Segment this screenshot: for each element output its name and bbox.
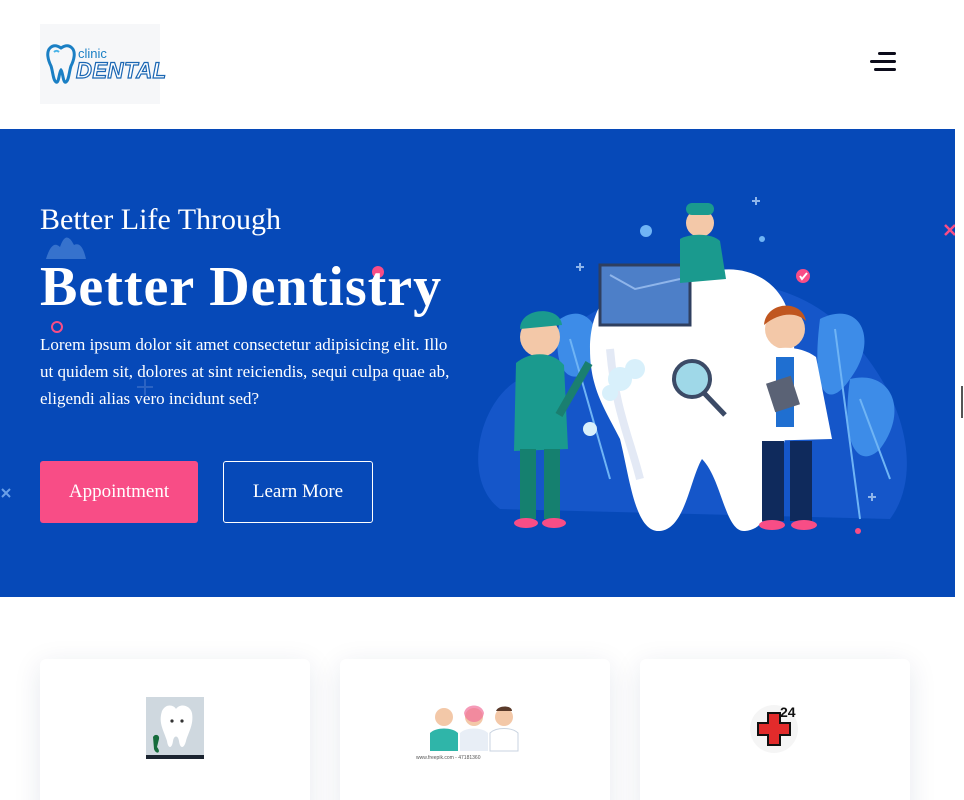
logo-text-big: DENTAL bbox=[75, 57, 167, 83]
image-credit-caption: www.freepik.com - 47181360 bbox=[416, 755, 481, 761]
dentists-with-giant-tooth-illustration bbox=[478, 197, 907, 534]
service-card[interactable]: 24 bbox=[640, 659, 910, 800]
doctors-team-icon: www.freepik.com - 47181360 bbox=[416, 697, 534, 761]
scrollbar[interactable] bbox=[961, 386, 963, 418]
hero-description: Lorem ipsum dolor sit amet consectetur a… bbox=[40, 335, 450, 408]
hero-banner: Better Life Through Better Dentistry Lor… bbox=[0, 129, 955, 597]
hero-title: Better Dentistry bbox=[40, 256, 443, 318]
tooth-logo-icon bbox=[46, 44, 76, 84]
clinic-dental-logo[interactable]: clinic DENTAL bbox=[40, 24, 167, 104]
hamburger-menu-icon[interactable] bbox=[866, 48, 898, 76]
service-card[interactable]: www.freepik.com - 47181360 bbox=[340, 659, 610, 800]
site-header: clinic DENTAL bbox=[0, 0, 964, 129]
service-card[interactable] bbox=[40, 659, 310, 800]
tooth-with-phone-icon bbox=[146, 697, 204, 759]
hero-subtitle: Better Life Through bbox=[40, 203, 282, 236]
appointment-button[interactable]: Appointment bbox=[40, 461, 198, 523]
services-section: www.freepik.com - 47181360 24 bbox=[0, 597, 964, 800]
emergency-24-hours-icon: 24 bbox=[750, 704, 798, 753]
learn-more-button[interactable]: Learn More bbox=[223, 461, 373, 523]
badge-24: 24 bbox=[780, 704, 796, 720]
